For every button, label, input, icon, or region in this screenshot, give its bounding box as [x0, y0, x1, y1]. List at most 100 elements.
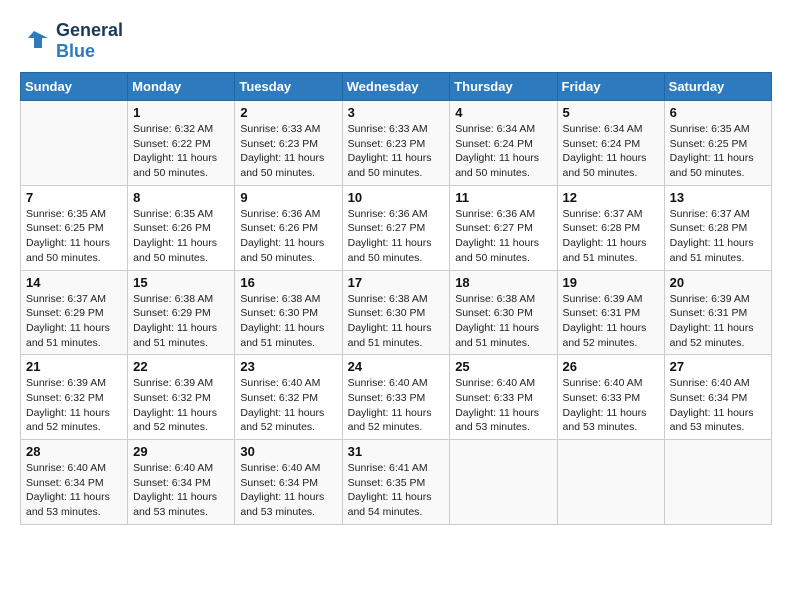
week-row-4: 21 Sunrise: 6:39 AM Sunset: 6:32 PM Dayli… — [21, 355, 772, 440]
day-info: Sunrise: 6:33 AM Sunset: 6:23 PM Dayligh… — [348, 122, 445, 181]
day-cell: 10Sunrise: 6:36 AM Sunset: 6:27 PM Dayli… — [342, 185, 450, 270]
day-info: Sunrise: 6:40 AM Sunset: 6:32 PM Dayligh… — [240, 376, 336, 435]
day-info: Sunrise: 6:34 AM Sunset: 6:24 PM Dayligh… — [563, 122, 659, 181]
day-info: Sunrise: 6:40 AM Sunset: 6:34 PM Dayligh… — [133, 461, 229, 520]
day-number: 21 — [26, 359, 122, 374]
day-cell: 21 Sunrise: 6:39 AM Sunset: 6:32 PM Dayli… — [21, 355, 128, 440]
day-info: Sunrise: 6:36 AM Sunset: 6:26 PM Dayligh… — [240, 207, 336, 266]
day-info: Sunrise: 6:38 AM Sunset: 6:30 PM Dayligh… — [455, 292, 551, 351]
day-cell: 27 Sunrise: 6:40 AM Sunset: 6:34 PM Dayli… — [664, 355, 771, 440]
day-cell: 29 Sunrise: 6:40 AM Sunset: 6:34 PM Dayli… — [128, 440, 235, 525]
day-info: Sunrise: 6:38 AM Sunset: 6:30 PM Dayligh… — [348, 292, 445, 351]
day-number: 12 — [563, 190, 659, 205]
day-info: Sunrise: 6:38 AM Sunset: 6:29 PM Dayligh… — [133, 292, 229, 351]
week-row-5: 28 Sunrise: 6:40 AM Sunset: 6:34 PM Dayli… — [21, 440, 772, 525]
day-info: Sunrise: 6:32 AM Sunset: 6:22 PM Dayligh… — [133, 122, 229, 181]
day-number: 9 — [240, 190, 336, 205]
col-header-tuesday: Tuesday — [235, 73, 342, 101]
day-number: 29 — [133, 444, 229, 459]
day-number: 3 — [348, 105, 445, 120]
day-number: 7 — [26, 190, 122, 205]
week-row-3: 14Sunrise: 6:37 AM Sunset: 6:29 PM Dayli… — [21, 270, 772, 355]
logo: GeneralBlue — [20, 20, 123, 62]
week-row-1: 1 Sunrise: 6:32 AM Sunset: 6:22 PM Daylig… — [21, 101, 772, 186]
day-number: 28 — [26, 444, 122, 459]
day-cell: 1 Sunrise: 6:32 AM Sunset: 6:22 PM Daylig… — [128, 101, 235, 186]
day-cell: 8Sunrise: 6:35 AM Sunset: 6:26 PM Daylig… — [128, 185, 235, 270]
day-cell: 3 Sunrise: 6:33 AM Sunset: 6:23 PM Daylig… — [342, 101, 450, 186]
week-row-2: 7 Sunrise: 6:35 AM Sunset: 6:25 PM Daylig… — [21, 185, 772, 270]
day-info: Sunrise: 6:41 AM Sunset: 6:35 PM Dayligh… — [348, 461, 445, 520]
day-cell: 14Sunrise: 6:37 AM Sunset: 6:29 PM Dayli… — [21, 270, 128, 355]
day-cell: 28 Sunrise: 6:40 AM Sunset: 6:34 PM Dayli… — [21, 440, 128, 525]
day-number: 2 — [240, 105, 336, 120]
day-info: Sunrise: 6:38 AM Sunset: 6:30 PM Dayligh… — [240, 292, 336, 351]
day-number: 20 — [670, 275, 766, 290]
day-cell: 5 Sunrise: 6:34 AM Sunset: 6:24 PM Daylig… — [557, 101, 664, 186]
day-cell: 24 Sunrise: 6:40 AM Sunset: 6:33 PM Dayli… — [342, 355, 450, 440]
day-cell: 12 Sunrise: 6:37 AM Sunset: 6:28 PM Dayli… — [557, 185, 664, 270]
day-info: Sunrise: 6:36 AM Sunset: 6:27 PM Dayligh… — [348, 207, 445, 266]
day-number: 13 — [670, 190, 766, 205]
day-cell: 30 Sunrise: 6:40 AM Sunset: 6:34 PM Dayli… — [235, 440, 342, 525]
day-cell: 22 Sunrise: 6:39 AM Sunset: 6:32 PM Dayli… — [128, 355, 235, 440]
day-number: 31 — [348, 444, 445, 459]
day-number: 24 — [348, 359, 445, 374]
day-info: Sunrise: 6:40 AM Sunset: 6:34 PM Dayligh… — [26, 461, 122, 520]
day-cell: 26Sunrise: 6:40 AM Sunset: 6:33 PM Dayli… — [557, 355, 664, 440]
day-info: Sunrise: 6:40 AM Sunset: 6:34 PM Dayligh… — [240, 461, 336, 520]
col-header-wednesday: Wednesday — [342, 73, 450, 101]
day-number: 15 — [133, 275, 229, 290]
day-number: 11 — [455, 190, 551, 205]
day-number: 27 — [670, 359, 766, 374]
col-header-thursday: Thursday — [450, 73, 557, 101]
day-cell: 18 Sunrise: 6:38 AM Sunset: 6:30 PM Dayli… — [450, 270, 557, 355]
day-cell: 2Sunrise: 6:33 AM Sunset: 6:23 PM Daylig… — [235, 101, 342, 186]
page-header: GeneralBlue — [20, 20, 772, 62]
day-cell: 20 Sunrise: 6:39 AM Sunset: 6:31 PM Dayli… — [664, 270, 771, 355]
day-cell: 16 Sunrise: 6:38 AM Sunset: 6:30 PM Dayli… — [235, 270, 342, 355]
day-cell — [664, 440, 771, 525]
day-number: 30 — [240, 444, 336, 459]
day-number: 22 — [133, 359, 229, 374]
day-info: Sunrise: 6:34 AM Sunset: 6:24 PM Dayligh… — [455, 122, 551, 181]
day-number: 16 — [240, 275, 336, 290]
day-cell — [21, 101, 128, 186]
day-number: 23 — [240, 359, 336, 374]
day-info: Sunrise: 6:39 AM Sunset: 6:32 PM Dayligh… — [26, 376, 122, 435]
day-number: 25 — [455, 359, 551, 374]
day-cell: 13 Sunrise: 6:37 AM Sunset: 6:28 PM Dayli… — [664, 185, 771, 270]
day-cell: 31 Sunrise: 6:41 AM Sunset: 6:35 PM Dayli… — [342, 440, 450, 525]
day-number: 1 — [133, 105, 229, 120]
day-info: Sunrise: 6:39 AM Sunset: 6:31 PM Dayligh… — [563, 292, 659, 351]
day-cell: 4 Sunrise: 6:34 AM Sunset: 6:24 PM Daylig… — [450, 101, 557, 186]
day-info: Sunrise: 6:37 AM Sunset: 6:28 PM Dayligh… — [563, 207, 659, 266]
day-number: 18 — [455, 275, 551, 290]
day-cell: 25Sunrise: 6:40 AM Sunset: 6:33 PM Dayli… — [450, 355, 557, 440]
col-header-friday: Friday — [557, 73, 664, 101]
day-cell: 15 Sunrise: 6:38 AM Sunset: 6:29 PM Dayli… — [128, 270, 235, 355]
col-header-sunday: Sunday — [21, 73, 128, 101]
day-info: Sunrise: 6:40 AM Sunset: 6:34 PM Dayligh… — [670, 376, 766, 435]
day-info: Sunrise: 6:37 AM Sunset: 6:28 PM Dayligh… — [670, 207, 766, 266]
calendar-header-row: SundayMondayTuesdayWednesdayThursdayFrid… — [21, 73, 772, 101]
day-cell: 7 Sunrise: 6:35 AM Sunset: 6:25 PM Daylig… — [21, 185, 128, 270]
day-number: 4 — [455, 105, 551, 120]
day-number: 26 — [563, 359, 659, 374]
day-number: 6 — [670, 105, 766, 120]
day-cell: 6 Sunrise: 6:35 AM Sunset: 6:25 PM Daylig… — [664, 101, 771, 186]
day-cell — [450, 440, 557, 525]
day-info: Sunrise: 6:35 AM Sunset: 6:25 PM Dayligh… — [670, 122, 766, 181]
day-info: Sunrise: 6:40 AM Sunset: 6:33 PM Dayligh… — [348, 376, 445, 435]
col-header-monday: Monday — [128, 73, 235, 101]
day-info: Sunrise: 6:35 AM Sunset: 6:25 PM Dayligh… — [26, 207, 122, 266]
calendar-table: SundayMondayTuesdayWednesdayThursdayFrid… — [20, 72, 772, 525]
day-info: Sunrise: 6:36 AM Sunset: 6:27 PM Dayligh… — [455, 207, 551, 266]
day-info: Sunrise: 6:39 AM Sunset: 6:32 PM Dayligh… — [133, 376, 229, 435]
day-cell: 9 Sunrise: 6:36 AM Sunset: 6:26 PM Daylig… — [235, 185, 342, 270]
day-info: Sunrise: 6:39 AM Sunset: 6:31 PM Dayligh… — [670, 292, 766, 351]
day-cell: 11 Sunrise: 6:36 AM Sunset: 6:27 PM Dayli… — [450, 185, 557, 270]
day-info: Sunrise: 6:37 AM Sunset: 6:29 PM Dayligh… — [26, 292, 122, 351]
day-number: 5 — [563, 105, 659, 120]
day-number: 17 — [348, 275, 445, 290]
